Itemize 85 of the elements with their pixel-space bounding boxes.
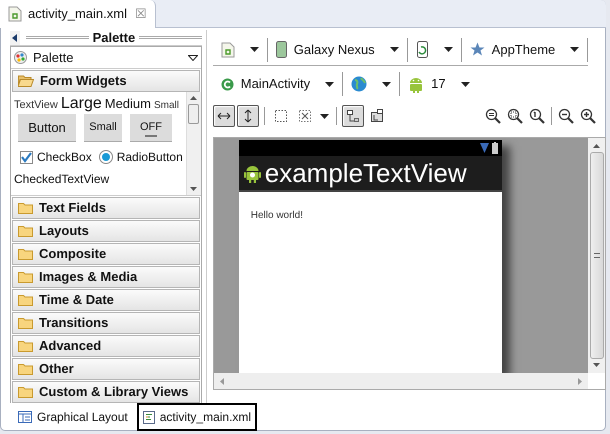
palette-dropdown[interactable]: Palette — [11, 47, 201, 69]
folder-icon — [18, 317, 33, 329]
caret-icon[interactable] — [382, 82, 392, 86]
category-header[interactable]: Text Fields — [12, 197, 200, 219]
expand-icon — [296, 108, 313, 124]
device-label[interactable]: Galaxy Nexus — [294, 40, 375, 60]
folder-icon — [18, 386, 33, 398]
folder-icon — [18, 202, 33, 214]
caret-icon[interactable] — [460, 82, 470, 86]
app-title: exampleTextView — [264, 160, 467, 186]
folder-icon — [18, 248, 33, 260]
zoom-icon[interactable] — [558, 108, 574, 124]
android-icon — [244, 164, 261, 182]
caret-icon[interactable] — [444, 47, 453, 52]
layout-file-icon — [8, 6, 22, 22]
close-icon[interactable]: ☒ — [134, 4, 147, 24]
folder-icon — [18, 294, 33, 306]
editor-tab[interactable]: activity_main.xml ☒ — [0, 0, 156, 28]
layout-icon — [368, 108, 385, 124]
folder-icon — [18, 225, 33, 237]
category-header[interactable]: Composite — [12, 243, 200, 265]
zoom-icon[interactable] — [485, 108, 502, 124]
zoom-icon[interactable] — [507, 108, 524, 124]
category-header[interactable]: Transitions — [12, 312, 200, 334]
star-icon[interactable] — [470, 42, 485, 57]
api-level-label[interactable]: 17 — [431, 74, 446, 94]
signal-icon — [480, 143, 489, 153]
caret-icon[interactable] — [325, 82, 334, 86]
scroll-up-icon[interactable] — [593, 144, 600, 148]
open-folder-icon — [18, 75, 34, 87]
category-header[interactable]: Other — [12, 358, 200, 380]
folder-icon — [18, 363, 33, 375]
folder-icon — [18, 340, 33, 352]
zoom-icon[interactable] — [529, 108, 546, 124]
palette-title: Palette — [92, 31, 136, 44]
scroll-up-icon[interactable] — [190, 96, 198, 100]
rotate-icon[interactable] — [416, 41, 429, 58]
document-icon[interactable] — [220, 42, 235, 58]
checked-text-view-sample[interactable]: CheckedTextView — [14, 170, 183, 188]
hello-text: Hello world! — [250, 210, 303, 221]
folder-icon — [18, 271, 33, 283]
battery-icon — [492, 142, 498, 154]
phone-icon[interactable] — [276, 41, 287, 58]
category-header[interactable]: Images & Media — [12, 266, 200, 288]
caret-icon[interactable] — [390, 47, 399, 52]
checkbox[interactable] — [20, 150, 33, 164]
category-header[interactable]: Layouts — [12, 220, 200, 242]
theme-label[interactable]: AppTheme — [492, 40, 556, 60]
caret-icon[interactable] — [250, 47, 259, 52]
textview-sample[interactable]: TextView — [14, 97, 58, 114]
scroll-down-icon[interactable] — [593, 363, 600, 367]
category-header[interactable]: Custom & Library Views — [12, 381, 200, 403]
dotted-square-icon — [272, 108, 289, 124]
editor-mode-tab[interactable]: Graphical Layout — [12, 403, 134, 431]
medium-text-sample[interactable]: Medium — [104, 94, 151, 114]
button-sample[interactable]: Button — [18, 114, 76, 142]
layout-icon — [18, 411, 32, 423]
scroll-thumb[interactable] — [590, 152, 604, 359]
checkbox-label[interactable]: CheckBox — [37, 148, 92, 166]
zoom-icon[interactable] — [580, 108, 596, 124]
small-text-sample[interactable]: Small — [154, 98, 180, 113]
collapse-arrow-icon[interactable] — [10, 30, 20, 44]
category-header[interactable]: Form Widgets — [12, 70, 200, 92]
toolbar-button[interactable] — [342, 105, 364, 127]
small-button[interactable]: Small — [84, 114, 122, 142]
editor-mode-tab[interactable]: activity_main.xml — [136, 403, 258, 431]
vertical-scrollbar[interactable] — [588, 138, 606, 373]
toggle-button[interactable]: OFF — [130, 114, 172, 142]
radio-label[interactable]: RadioButton — [116, 148, 183, 166]
fit-height-button[interactable] — [236, 105, 259, 127]
large-text-sample[interactable]: Large — [60, 92, 102, 116]
class-icon[interactable] — [220, 78, 234, 90]
globe-icon[interactable] — [351, 76, 368, 92]
text-file-icon — [142, 410, 155, 424]
scroll-down-icon[interactable] — [190, 187, 198, 191]
fit-width-button[interactable] — [212, 105, 235, 127]
dropdown-arrow-icon — [188, 54, 198, 60]
caret-icon[interactable] — [320, 114, 329, 118]
vertical-scrollbar[interactable] — [186, 92, 201, 195]
caret-icon[interactable] — [570, 47, 580, 52]
layout-icon — [344, 108, 361, 124]
category-header[interactable]: Advanced — [12, 335, 200, 357]
activity-label[interactable]: MainActivity — [240, 74, 310, 94]
scroll-thumb[interactable] — [188, 104, 200, 124]
category-header[interactable]: Time & Date — [12, 289, 200, 311]
